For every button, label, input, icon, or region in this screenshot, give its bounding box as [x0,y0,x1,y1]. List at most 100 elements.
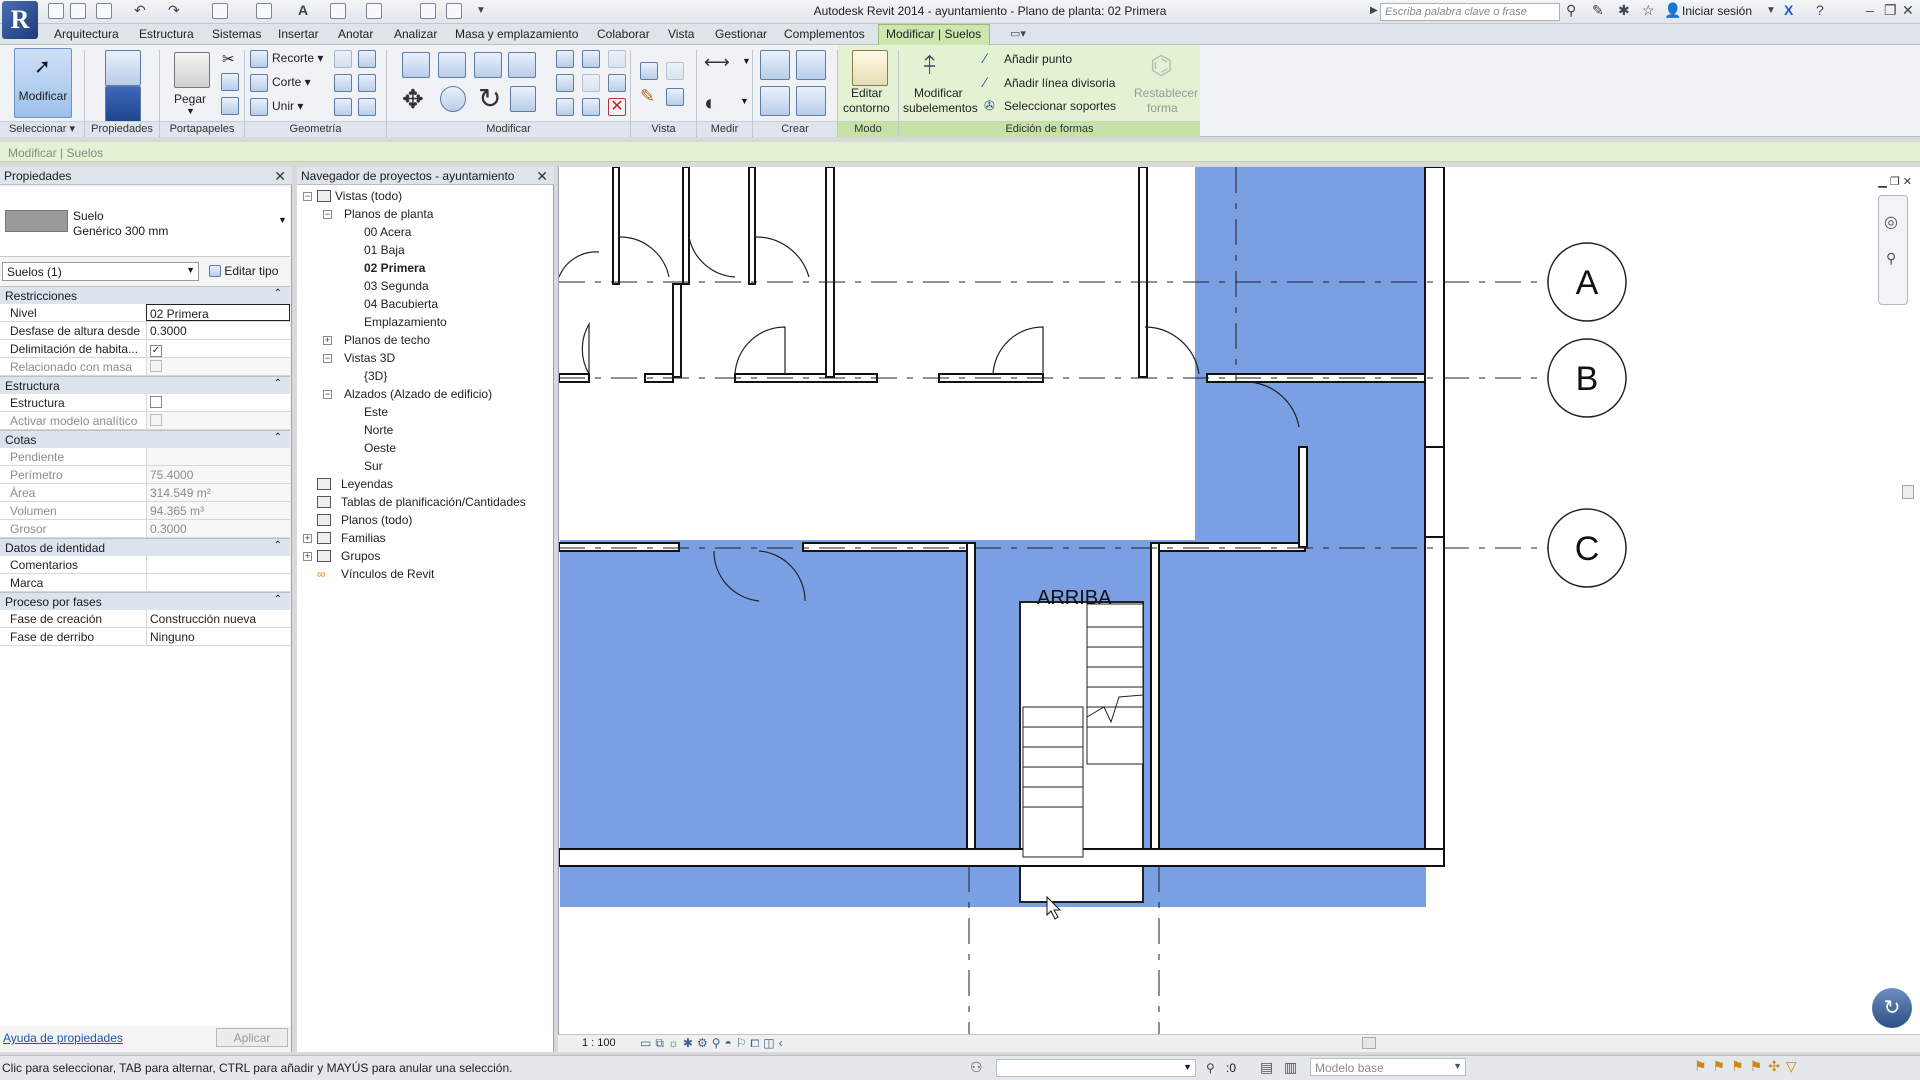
tree-segunda[interactable]: 03 Segunda [364,279,429,293]
measure-icon[interactable] [256,3,272,19]
steering-wheel-icon[interactable]: ◎ [1884,212,1898,232]
linework-icon[interactable]: ✎ [640,86,655,107]
create-similar-icon[interactable] [796,86,826,116]
edit-boundary-icon[interactable] [852,50,888,86]
tree-alzados[interactable]: Alzados (Alzado de edificio) [344,387,492,401]
3d-view-icon[interactable] [330,3,346,19]
pin-disabled-icon[interactable] [608,50,626,68]
save-icon[interactable] [70,3,86,19]
create-group-icon[interactable] [760,86,790,116]
qat-dropdown-icon[interactable]: ▼ [476,5,486,16]
modify-subelements-icon[interactable]: ⤉ [924,50,936,82]
estructura-checkbox[interactable] [150,396,162,408]
properties-help-link[interactable]: Ayuda de propiedades [3,1031,123,1045]
fase-derribo-select[interactable]: Ninguno [146,628,290,645]
type-dropdown-icon[interactable]: ▼ [278,215,287,225]
instance-filter-dropdown[interactable]: Suelos (1) ▼ [2,262,199,281]
zoom-icon[interactable]: ⚲ [1886,250,1896,267]
tree-emplazamiento[interactable]: Emplazamiento [364,315,447,329]
tab-colaborar[interactable]: Colaborar [597,27,650,41]
tree-tablas[interactable]: Tablas de planificación/Cantidades [341,495,526,509]
tree-baja[interactable]: 01 Baja [364,243,405,257]
group-restricciones[interactable]: Restricciones ⌃ [0,286,290,304]
modificar-subelementos-line2[interactable]: subelementos [903,101,978,115]
recorte-button[interactable]: Recorte ▾ [272,51,323,65]
copy-icon[interactable] [221,73,239,91]
collapse-toggle[interactable]: − [323,390,332,399]
group-estructura[interactable]: Estructura ⌃ [0,376,290,394]
tab-masa-emplazamiento[interactable]: Masa y emplazamiento [455,27,578,41]
horizontal-scrollbar-thumb[interactable] [1362,1037,1376,1049]
tree-vinculos[interactable]: Vínculos de Revit [341,567,434,581]
split-icon[interactable] [556,50,574,68]
close-hidden-icon[interactable] [420,3,436,19]
panel-seleccionar[interactable]: Seleccionar ▾ [0,121,84,137]
signin-dropdown-icon[interactable]: ▼ [1766,5,1776,16]
paint-icon[interactable] [358,74,376,92]
tab-analizar[interactable]: Analizar [394,27,437,41]
vertical-scrollbar-thumb[interactable] [1902,485,1914,499]
worksets-icon[interactable]: ⚇ [970,1059,983,1076]
tab-anotar[interactable]: Anotar [338,27,373,41]
tree-este[interactable]: Este [364,405,388,419]
infocenter-search-input[interactable]: Escriba palabra clave o frase [1380,3,1560,21]
editable-only-icon[interactable]: ▤ [1260,1059,1273,1076]
selection-filter-icon[interactable]: ⚲ [1206,1061,1215,1075]
split-gap-icon[interactable] [582,50,600,68]
unir-button[interactable]: Unir ▾ [272,99,303,113]
paste-icon[interactable] [174,52,210,88]
thin-lines-icon[interactable] [666,88,684,106]
delete-icon[interactable]: ✕ [608,98,626,116]
tree-acera[interactable]: 00 Acera [364,225,411,239]
expand-toggle[interactable]: + [303,552,312,561]
tree-familias[interactable]: Familias [341,531,386,545]
pick-supports-icon[interactable]: ✇ [984,98,995,114]
tab-estructura[interactable]: Estructura [139,27,194,41]
editar-contorno-line1[interactable]: Editar [851,86,882,100]
pegar-label[interactable]: Pegar [174,92,206,106]
comentarios-input[interactable] [146,556,290,573]
tab-arquitectura[interactable]: Arquitectura [54,27,119,41]
trim-icon[interactable] [510,86,536,112]
tree-grupos[interactable]: Grupos [341,549,380,563]
viewcube-orbit-icon[interactable]: ↻ [1872,988,1912,1028]
tree-vistas-3d[interactable]: Vistas 3D [344,351,395,365]
collapse-toggle[interactable]: − [323,210,332,219]
drawing-area[interactable]: ARRIBA A B C ▁ ❐ ✕ ◎ ⚲ ↻ [558,167,1920,1034]
tree-norte[interactable]: Norte [364,423,393,437]
editar-contorno-line2[interactable]: contorno [843,101,890,115]
create-parts-icon[interactable] [796,50,826,80]
communication-icon[interactable]: ✱ [1618,2,1630,19]
tab-sistemas[interactable]: Sistemas [212,27,261,41]
anadir-linea-button[interactable]: Añadir línea divisoria [1004,76,1115,90]
tab-insertar[interactable]: Insertar [278,27,319,41]
open-icon[interactable] [48,3,64,19]
group-identidad[interactable]: Datos de identidad ⌃ [0,538,290,556]
join-icon[interactable] [250,98,268,116]
switch-windows-icon[interactable] [446,3,462,19]
add-point-icon[interactable]: ⁄ [984,50,986,66]
favorites-icon[interactable]: ☆ [1642,2,1655,19]
design-options-icon[interactable]: ▥ [1284,1059,1297,1076]
search-expand-icon[interactable]: ▶ [1370,5,1378,16]
marca-input[interactable] [146,574,290,591]
expand-toggle[interactable]: + [323,336,332,345]
application-menu-button[interactable]: R [2,1,38,39]
wall-joins-icon[interactable] [334,50,352,68]
tree-planos-planta[interactable]: Planos de planta [344,207,433,221]
tree-3d[interactable]: {3D} [364,369,387,383]
array-icon[interactable] [556,74,574,92]
measure-between-icon[interactable]: ⟷ [704,52,730,73]
minimize-window-icon[interactable]: – [1866,2,1874,18]
nivel-input[interactable]: 02 Primera [146,304,290,321]
collapse-icon[interactable]: ⌃ [274,540,282,551]
view-scale[interactable]: 1 : 100 [582,1037,616,1049]
modificar-subelementos-line1[interactable]: Modificar [914,86,963,100]
tab-complementos[interactable]: Complementos [784,27,865,41]
mirror-draw-icon[interactable] [508,52,536,78]
override-graphics-icon[interactable] [666,62,684,80]
extend-icon[interactable] [582,98,600,116]
copy-element-icon[interactable] [440,86,466,112]
restore-window-icon[interactable]: ❐ [1884,2,1897,19]
tree-sur[interactable]: Sur [364,459,383,473]
